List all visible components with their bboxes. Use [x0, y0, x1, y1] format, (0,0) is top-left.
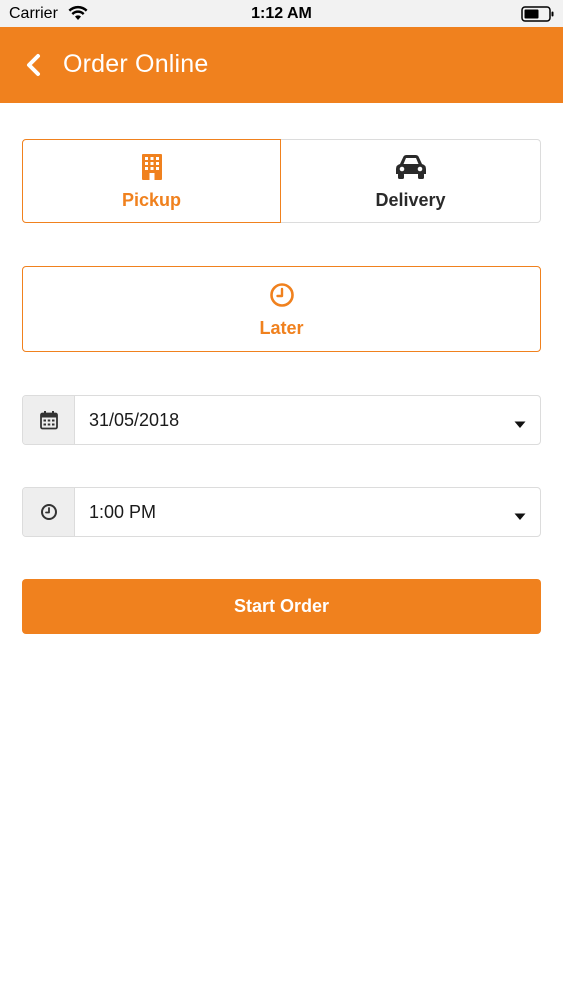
calendar-icon [23, 396, 75, 444]
chevron-left-icon [27, 54, 40, 76]
delivery-option[interactable]: Delivery [281, 139, 541, 223]
back-button[interactable] [14, 45, 54, 85]
delivery-label: Delivery [375, 190, 446, 210]
status-time: 1:12 AM [251, 5, 312, 22]
clock-icon [23, 488, 75, 536]
clock-icon [23, 282, 540, 308]
caret-down-icon [514, 416, 526, 428]
building-icon [23, 153, 280, 181]
date-select[interactable]: 31/05/2018 [22, 395, 541, 445]
caret-down-icon [514, 508, 526, 520]
later-option[interactable]: Later [22, 266, 541, 352]
pickup-option[interactable]: Pickup [22, 139, 281, 223]
pickup-label: Pickup [121, 190, 182, 210]
page-title: Order Online [63, 50, 209, 78]
car-icon [281, 153, 540, 181]
time-select[interactable]: 1:00 PM [22, 487, 541, 537]
time-value: 1:00 PM [89, 502, 157, 522]
later-label: Later [259, 318, 304, 338]
start-order-button[interactable]: Start Order [22, 579, 541, 634]
header: Order Online [0, 27, 563, 103]
date-value: 31/05/2018 [89, 410, 180, 430]
status-bar: Carrier 1:12 AM [0, 0, 563, 27]
battery-icon [521, 6, 555, 22]
